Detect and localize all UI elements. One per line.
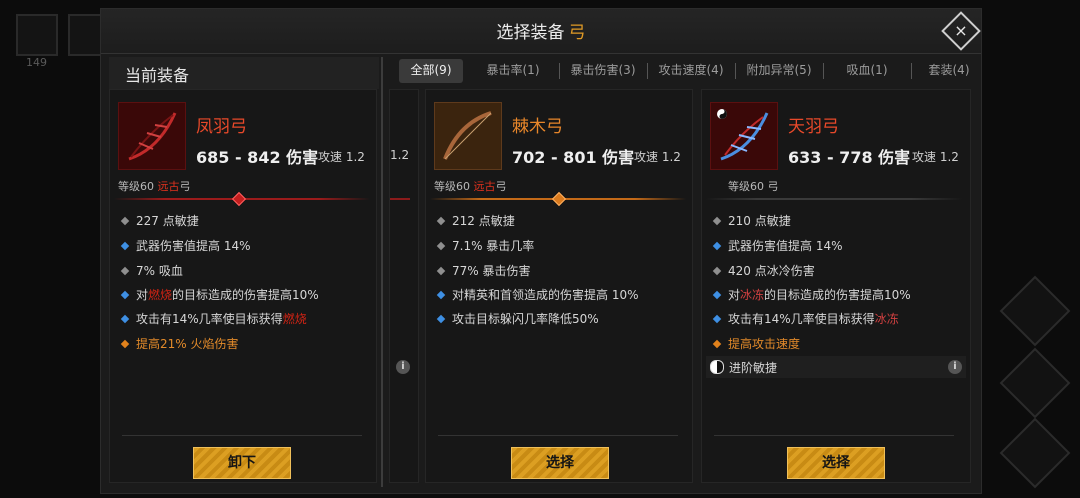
current-equipment-label: 当前装备	[125, 66, 190, 85]
item-damage: 702 - 801 伤害	[512, 148, 635, 167]
item-card[interactable]: 棘木弓 702 - 801 伤害 攻速 1.2 等级60 远古弓 212 点敏捷…	[425, 89, 693, 483]
item-type: 弓	[767, 180, 779, 193]
background-menu-icon	[999, 275, 1071, 347]
advanced-attribute: 进阶敏捷	[710, 359, 777, 376]
attribute-line: 7.1% 暴击几率	[436, 237, 534, 254]
attribute-line: 77% 暴击伤害	[436, 262, 531, 279]
tab-separator	[559, 63, 560, 79]
rarity-text: 远古	[157, 180, 180, 193]
attribute-line: 对燃烧的目标造成的伤害提高10%	[120, 286, 319, 303]
attack-speed: 攻速 1.2	[634, 148, 681, 165]
card-footer-divider	[438, 435, 678, 436]
item-card-current[interactable]: 凤羽弓 685 - 842 伤害 攻速 1.2 等级60 远古弓 227 点敏捷…	[109, 89, 377, 483]
attack-speed-label: 攻速	[912, 150, 937, 164]
tab-crit-damage[interactable]: 暴击伤害(3)	[563, 59, 643, 83]
background-count: 149	[26, 56, 47, 69]
bow-icon	[710, 102, 778, 170]
current-equipment-header: 当前装备	[109, 57, 379, 89]
attack-speed-label: 攻速	[318, 150, 343, 164]
attribute-line: 攻击有14%几率使目标获得燃烧	[120, 310, 307, 327]
tab-all[interactable]: 全部(9)	[399, 59, 463, 83]
attack-speed-value: 1.2	[345, 150, 365, 164]
attribute-line: 227 点敏捷	[120, 212, 199, 229]
item-card[interactable]: 天羽弓 633 - 778 伤害 攻速 1.2 等级60 弓 210 点敏捷 武…	[701, 89, 971, 483]
background-menu-icon	[999, 417, 1071, 489]
background-menu-icon	[999, 347, 1071, 419]
item-divider	[706, 198, 962, 200]
attack-speed-value: 1.2	[939, 150, 959, 164]
title-text: 选择装备	[496, 23, 565, 43]
tab-separator	[735, 63, 736, 79]
title-category: 弓	[568, 23, 586, 43]
tab-separator	[823, 63, 824, 79]
item-card-partial[interactable]: 1.2 i	[389, 89, 419, 483]
tab-separator	[911, 63, 912, 79]
attribute-line: 攻击有14%几率使目标获得冰冻	[712, 310, 899, 327]
dialog-title: 选择装备弓	[101, 18, 981, 43]
info-icon[interactable]: i	[396, 360, 410, 374]
item-damage: 633 - 778 伤害	[788, 148, 911, 167]
tab-extra-status[interactable]: 附加异常(5)	[739, 59, 819, 83]
attribute-line: 武器伤害值提高 14%	[120, 237, 251, 254]
attribute-line: 提高21% 火焰伤害	[120, 335, 239, 352]
attribute-line: 武器伤害值提高 14%	[712, 237, 843, 254]
select-button[interactable]: 选择	[787, 447, 885, 479]
rarity-text: 远古	[473, 180, 496, 193]
attack-speed: 攻速 1.2	[912, 148, 959, 165]
attribute-line: 7% 吸血	[120, 262, 183, 279]
item-type: 弓	[495, 180, 507, 193]
tab-crit-rate[interactable]: 暴击率(1)	[479, 59, 547, 83]
divider-gem-icon	[231, 191, 247, 207]
level-text: 等级60	[434, 180, 470, 193]
attribute-line: 420 点冰冷伤害	[712, 262, 815, 279]
item-name: 天羽弓	[788, 117, 839, 137]
section-divider	[381, 57, 383, 487]
attack-speed-label: 攻速	[634, 150, 659, 164]
select-button[interactable]: 选择	[511, 447, 609, 479]
item-type: 弓	[179, 180, 191, 193]
yin-yang-icon	[710, 360, 724, 374]
attribute-line: 攻击目标躲闪几率降低50%	[436, 310, 599, 327]
close-icon: ×	[954, 21, 968, 40]
item-name: 棘木弓	[512, 117, 563, 137]
bow-icon	[118, 102, 186, 170]
attack-speed: 攻速 1.2	[318, 148, 365, 165]
level-text: 等级60	[728, 180, 764, 193]
item-level: 等级60 远古弓	[118, 178, 191, 194]
item-level: 等级60 远古弓	[434, 178, 507, 194]
tab-attack-speed[interactable]: 攻击速度(4)	[651, 59, 731, 83]
title-bar: 选择装备弓 ×	[101, 9, 981, 54]
advanced-attribute-row[interactable]: 进阶敏捷 i	[706, 356, 966, 378]
attack-speed-value: 1.2	[661, 150, 681, 164]
background-slot	[68, 14, 102, 56]
item-damage: 685 - 842 伤害	[196, 148, 319, 167]
info-icon[interactable]: i	[948, 360, 962, 374]
attribute-line: 212 点敏捷	[436, 212, 515, 229]
tab-set[interactable]: 套装(4)	[919, 59, 979, 83]
unequip-button[interactable]: 卸下	[193, 447, 291, 479]
background-slot	[16, 14, 58, 56]
divider-gem-icon	[551, 191, 567, 207]
attribute-line: 210 点敏捷	[712, 212, 791, 229]
level-text: 等级60	[118, 180, 154, 193]
attribute-line: 对精英和首领造成的伤害提高 10%	[436, 286, 639, 303]
attribute-line: 提高攻击速度	[712, 335, 800, 352]
item-level: 等级60 弓	[728, 178, 779, 194]
attack-speed-value: 1.2	[390, 148, 410, 162]
item-name: 凤羽弓	[196, 117, 247, 137]
equipment-select-dialog: 选择装备弓 × 当前装备 全部(9) 暴击率(1) 暴击伤害(3) 攻击速度(4…	[100, 8, 982, 494]
tab-separator	[647, 63, 648, 79]
card-footer-divider	[122, 435, 362, 436]
tab-lifesteal[interactable]: 吸血(1)	[827, 59, 907, 83]
bow-icon	[434, 102, 502, 170]
item-divider	[390, 198, 410, 200]
attribute-line: 对冰冻的目标造成的伤害提高10%	[712, 286, 911, 303]
card-footer-divider	[714, 435, 954, 436]
